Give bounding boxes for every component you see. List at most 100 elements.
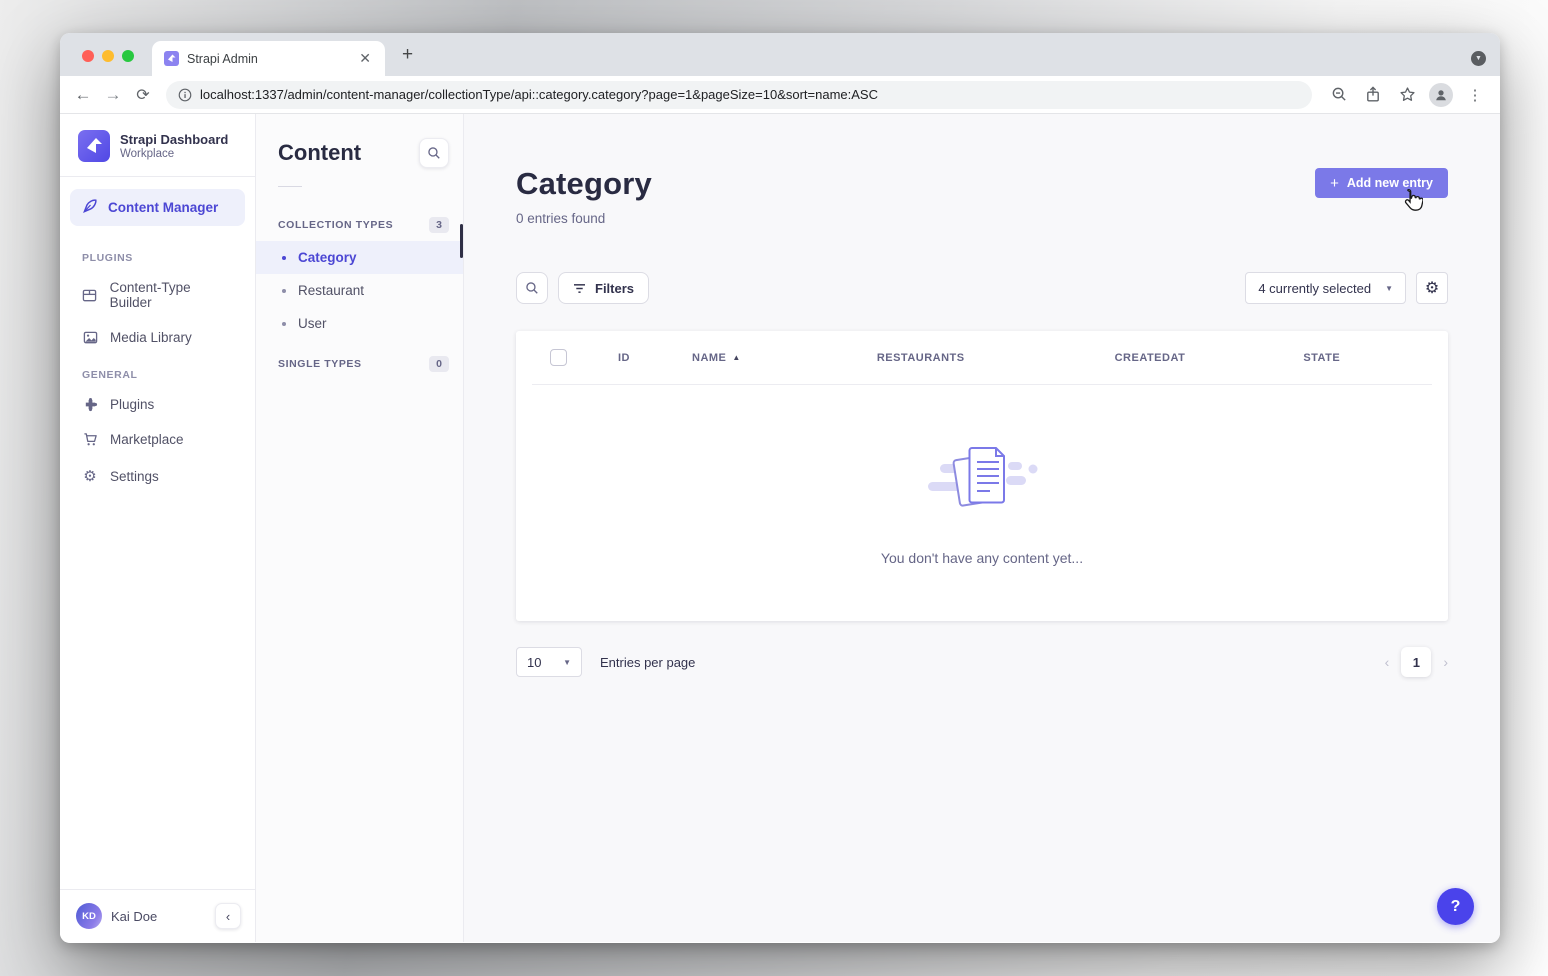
panel-scrollbar-thumb[interactable] — [460, 224, 463, 258]
column-header-state[interactable]: STATE — [1303, 352, 1340, 364]
filters-button[interactable]: Filters — [558, 272, 649, 304]
close-window-button[interactable] — [82, 50, 94, 62]
single-types-header: SINGLE TYPES 0 — [256, 348, 463, 380]
bullet-icon — [282, 289, 286, 293]
help-button[interactable]: ? — [1437, 888, 1474, 925]
brand-block[interactable]: Strapi Dashboard Workplace — [60, 114, 255, 176]
collection-type-user[interactable]: User — [256, 307, 463, 340]
sidebar-item-plugins[interactable]: Plugins — [60, 387, 255, 422]
content-title-underline — [278, 186, 302, 187]
minimize-window-button[interactable] — [102, 50, 114, 62]
new-tab-button[interactable]: + — [402, 45, 413, 64]
user-avatar: KD — [76, 903, 102, 929]
entries-table: ID NAME ▲ RESTAURANTS CREATEDAT STATE — [516, 331, 1448, 621]
page-size-dropdown[interactable]: 10 ▼ — [516, 647, 582, 677]
browser-tab[interactable]: Strapi Admin ✕ — [152, 41, 385, 76]
zoom-window-button[interactable] — [122, 50, 134, 62]
puzzle-icon — [82, 397, 98, 412]
page-title: Category — [516, 166, 652, 202]
sidebar-item-media-library[interactable]: Media Library — [60, 320, 255, 355]
pagination-row: 10 ▼ Entries per page ‹ 1 › — [516, 647, 1448, 677]
tab-close-icon[interactable]: ✕ — [357, 50, 373, 67]
gear-icon: ⚙ — [1425, 278, 1439, 298]
collection-types-count-badge: 3 — [429, 217, 449, 233]
main-sidebar: Strapi Dashboard Workplace Content Manag… — [60, 114, 256, 942]
empty-state: You don't have any content yet... — [516, 385, 1448, 621]
table-header-row: ID NAME ▲ RESTAURANTS CREATEDAT STATE — [516, 331, 1448, 384]
chevron-down-icon: ▼ — [563, 658, 571, 667]
table-search-button[interactable] — [516, 272, 548, 304]
select-all-checkbox[interactable] — [550, 349, 567, 366]
tab-search-icon[interactable]: ▼ — [1471, 51, 1486, 66]
image-icon — [82, 330, 98, 345]
reload-icon[interactable]: ⟳ — [130, 85, 156, 105]
back-icon[interactable]: ← — [70, 85, 96, 105]
macos-traffic-lights — [82, 50, 134, 62]
address-bar[interactable]: localhost:1337/admin/content-manager/col… — [166, 81, 1312, 109]
content-search-button[interactable] — [419, 138, 449, 168]
current-page-button[interactable]: 1 — [1401, 647, 1431, 677]
sidebar-divider — [60, 176, 255, 177]
sidebar-item-label: Settings — [110, 469, 159, 484]
site-info-icon[interactable] — [178, 88, 192, 102]
table-settings-button[interactable]: ⚙ — [1416, 272, 1448, 304]
previous-page-icon[interactable]: ‹ — [1385, 654, 1390, 670]
tab-title: Strapi Admin — [187, 52, 349, 66]
column-header-name[interactable]: NAME ▲ — [692, 352, 741, 364]
single-types-count-badge: 0 — [429, 356, 449, 372]
app-name: Strapi Dashboard — [120, 132, 228, 148]
empty-documents-illustration — [920, 440, 1044, 524]
search-icon — [525, 281, 539, 295]
list-actions-row: Filters 4 currently selected ▼ ⚙ — [516, 272, 1448, 304]
pen-icon — [82, 198, 98, 217]
sidebar-item-content-manager[interactable]: Content Manager — [70, 189, 245, 226]
browser-tab-strip: Strapi Admin ✕ + ▼ — [60, 33, 1500, 76]
strapi-admin-app: Strapi Dashboard Workplace Content Manag… — [60, 114, 1500, 942]
chevron-down-icon: ▼ — [1385, 284, 1393, 293]
column-header-id[interactable]: ID — [618, 352, 630, 364]
sidebar-item-marketplace[interactable]: Marketplace — [60, 422, 255, 457]
layout-icon — [82, 288, 98, 303]
strapi-favicon-icon — [164, 51, 179, 66]
entries-count: 0 entries found — [516, 211, 652, 226]
collection-type-restaurant[interactable]: Restaurant — [256, 274, 463, 307]
browser-menu-icon[interactable]: ⋮ — [1460, 86, 1490, 104]
entries-per-page-label: Entries per page — [600, 655, 695, 670]
visible-columns-dropdown[interactable]: 4 currently selected ▼ — [1245, 272, 1406, 304]
column-header-restaurants[interactable]: RESTAURANTS — [877, 352, 965, 364]
add-new-entry-button[interactable]: + Add new entry — [1315, 168, 1448, 198]
content-panel-title: Content — [278, 140, 361, 166]
plus-icon: + — [1330, 175, 1339, 192]
content-panel: Content COLLECTION TYPES 3 Category Rest… — [256, 114, 464, 942]
cart-icon — [82, 432, 98, 447]
main-content: Category 0 entries found + Add new entry… — [464, 114, 1500, 942]
next-page-icon[interactable]: › — [1443, 654, 1448, 670]
browser-profile-avatar[interactable] — [1426, 83, 1456, 107]
url-text: localhost:1337/admin/content-manager/col… — [200, 87, 878, 102]
share-icon[interactable] — [1358, 86, 1388, 103]
sidebar-item-label: Media Library — [110, 330, 192, 345]
collection-type-category[interactable]: Category — [256, 241, 463, 274]
forward-icon[interactable]: → — [100, 85, 126, 105]
empty-state-message: You don't have any content yet... — [881, 550, 1083, 566]
browser-window: Strapi Admin ✕ + ▼ ← → ⟳ localhost:1337/… — [60, 33, 1500, 943]
sidebar-section-plugins: PLUGINS — [60, 238, 255, 270]
sidebar-user-row[interactable]: KD Kai Doe ‹ — [60, 889, 255, 942]
sidebar-item-settings[interactable]: ⚙ Settings — [60, 457, 255, 495]
collection-types-header: COLLECTION TYPES 3 — [256, 209, 463, 241]
column-header-createdat[interactable]: CREATEDAT — [1115, 352, 1186, 364]
sidebar-item-label: Content-Type Builder — [110, 280, 233, 310]
sidebar-section-general: GENERAL — [60, 355, 255, 387]
sort-asc-icon: ▲ — [732, 353, 740, 362]
sidebar-item-content-type-builder[interactable]: Content-Type Builder — [60, 270, 255, 320]
bookmark-star-icon[interactable] — [1392, 86, 1422, 103]
user-name: Kai Doe — [111, 909, 157, 924]
sidebar-item-label: Content Manager — [108, 200, 218, 215]
browser-toolbar: ← → ⟳ localhost:1337/admin/content-manag… — [60, 76, 1500, 114]
collapse-sidebar-button[interactable]: ‹ — [215, 903, 241, 929]
bullet-icon — [282, 322, 286, 326]
gear-icon: ⚙ — [82, 467, 98, 485]
zoom-search-icon[interactable] — [1324, 86, 1354, 103]
search-icon — [427, 146, 441, 160]
workspace-name: Workplace — [120, 148, 228, 160]
